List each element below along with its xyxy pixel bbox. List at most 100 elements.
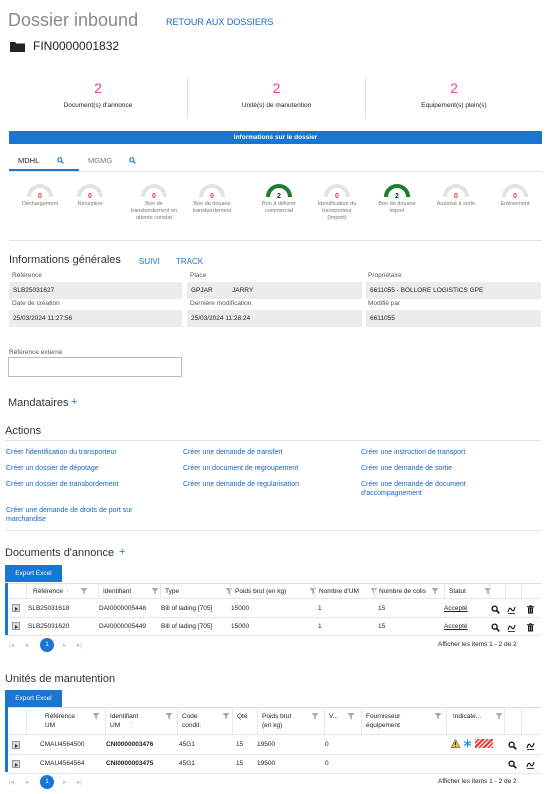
- track-link[interactable]: TRACK: [176, 257, 203, 266]
- pager-first[interactable]: |◂: [9, 641, 14, 649]
- pager-next[interactable]: ▸: [63, 641, 66, 649]
- pager-next[interactable]: ▸: [63, 778, 66, 786]
- filter-icon[interactable]: [92, 712, 101, 721]
- table-cell: SLB25031620: [28, 623, 70, 630]
- table-cell: Bill of lading [705]: [161, 605, 213, 612]
- divider: [314, 584, 315, 598]
- expand-row-button[interactable]: [12, 741, 20, 749]
- filter-icon[interactable]: [165, 712, 174, 721]
- action-create-transfer-request[interactable]: Créer une demande de transfert: [183, 448, 283, 457]
- gauge-label-line: Identification du: [317, 201, 357, 207]
- stat-label: Unité(s) de manutention: [241, 102, 312, 109]
- column-header-fournisseur[interactable]: équipement: [366, 722, 400, 729]
- filter-icon[interactable]: [347, 712, 356, 721]
- column-header-qte[interactable]: Qté: [237, 713, 247, 720]
- pager-last[interactable]: ▸|: [77, 641, 82, 649]
- search-icon[interactable]: [491, 605, 500, 614]
- column-header[interactable]: Nombre de colis: [379, 588, 426, 595]
- filter-icon[interactable]: [151, 587, 160, 596]
- export-excel-button[interactable]: Export Excel: [5, 565, 62, 582]
- search-icon[interactable]: [491, 623, 500, 632]
- action-create-grouping-document[interactable]: Créer un document de regroupement: [183, 464, 298, 473]
- tracking-icon[interactable]: [526, 760, 535, 769]
- reference-field: SLB25031627: [9, 282, 182, 299]
- add-document-button[interactable]: +: [119, 546, 125, 558]
- column-header[interactable]: Nombre d'UM: [319, 588, 359, 595]
- column-header-fournisseur[interactable]: Fournisseur: [366, 713, 400, 720]
- action-create-accompanying-document-request[interactable]: Créer une demande de document d'accompag…: [361, 480, 511, 498]
- column-header[interactable]: Poids brut (en kg): [235, 588, 286, 595]
- add-mandataire-button[interactable]: +: [71, 396, 77, 408]
- expand-row-button[interactable]: [12, 604, 20, 612]
- delete-icon[interactable]: [526, 623, 535, 632]
- action-create-exit-request[interactable]: Créer une demande de sortie: [361, 464, 452, 473]
- filter-icon[interactable]: [222, 712, 231, 721]
- column-header-poids[interactable]: (en kg): [262, 722, 282, 729]
- divider: [8, 734, 541, 735]
- expand-row-button[interactable]: [12, 760, 20, 768]
- column-header-code[interactable]: condit.: [182, 722, 201, 729]
- column-header-id[interactable]: Identifiant: [110, 713, 138, 720]
- export-excel-button[interactable]: Export Excel: [5, 690, 62, 707]
- pager-last[interactable]: ▸|: [77, 778, 82, 786]
- documents-title: Documents d'annonce: [5, 547, 115, 559]
- pager-current-page[interactable]: 1: [40, 638, 54, 652]
- tab-mdhl[interactable]: MDHL: [18, 156, 39, 165]
- pager-prev[interactable]: ◂: [25, 778, 28, 786]
- column-header-indicators[interactable]: Indicate...: [453, 713, 481, 720]
- table-cell: CNI0000003476: [106, 741, 154, 748]
- delete-icon[interactable]: [526, 605, 535, 614]
- gauge-value: 2: [277, 193, 281, 200]
- back-to-dossiers-link[interactable]: RETOUR AUX DOSSIERS: [166, 17, 273, 27]
- column-header-code[interactable]: Code: [182, 713, 198, 720]
- status-link[interactable]: Accepté: [444, 623, 468, 630]
- table-cell: DAI0000005449: [99, 623, 146, 630]
- filter-icon[interactable]: [434, 712, 443, 721]
- filter-icon[interactable]: [431, 587, 440, 596]
- divider: [8, 598, 541, 599]
- external-ref-input[interactable]: [8, 357, 182, 377]
- sort-desc-icon[interactable]: ↑: [130, 721, 133, 727]
- column-header[interactable]: Statut: [449, 588, 466, 595]
- sort-asc-icon[interactable]: ↓: [66, 588, 69, 594]
- stat-units: 2 Unité(s) de manutention: [188, 76, 365, 118]
- suivi-link[interactable]: SUIVI: [139, 257, 160, 266]
- expand-row-button[interactable]: [12, 622, 20, 630]
- column-header-ref[interactable]: Référence: [45, 713, 75, 720]
- status-gauge: 2 Bon de douane import: [372, 180, 422, 215]
- action-create-regularisation-request[interactable]: Créer une demande de regularisation: [183, 480, 299, 489]
- search-icon[interactable]: [57, 157, 64, 164]
- action-create-stuffing-file[interactable]: Créer un dossier de dépotage: [6, 464, 99, 473]
- pager-current-page[interactable]: 1: [40, 775, 54, 789]
- tab-mgmg[interactable]: MGMG: [88, 156, 112, 165]
- action-create-transport-instruction[interactable]: Créer une instruction de transport: [361, 448, 465, 457]
- column-header[interactable]: Identifiant: [103, 588, 131, 595]
- column-header-v[interactable]: V...: [329, 713, 338, 720]
- search-icon[interactable]: [508, 760, 517, 769]
- status-link[interactable]: Accepté: [444, 605, 468, 612]
- tracking-icon[interactable]: [526, 741, 535, 750]
- table-cell: 15000: [231, 623, 250, 630]
- pager-first[interactable]: |◂: [9, 778, 14, 786]
- column-header-ref[interactable]: UM: [45, 722, 55, 729]
- pager-prev[interactable]: ◂: [25, 641, 28, 649]
- action-create-port-dues-request[interactable]: Créer une demande de droits de port sur …: [6, 506, 156, 524]
- column-header[interactable]: Type: [165, 588, 179, 595]
- external-ref-label: Référence externe: [9, 349, 63, 356]
- tab-label: MDHL: [18, 156, 40, 165]
- divider: [521, 708, 522, 734]
- filter-icon[interactable]: [80, 587, 89, 596]
- filter-icon[interactable]: [311, 712, 320, 721]
- divider: [9, 240, 542, 241]
- search-icon[interactable]: [508, 741, 517, 750]
- column-header-id[interactable]: UM: [110, 722, 120, 729]
- column-header[interactable]: Référence: [33, 588, 63, 595]
- search-icon[interactable]: [129, 157, 136, 164]
- tracking-icon[interactable]: [507, 623, 516, 632]
- place-label: Place: [190, 272, 207, 279]
- column-header-poids[interactable]: Poids brut: [262, 713, 291, 720]
- action-create-transshipment-file[interactable]: Créer un dossier de transbordement: [6, 480, 118, 489]
- action-create-carrier-id[interactable]: Créer l'identification du transporteur: [6, 448, 117, 457]
- filter-icon[interactable]: [495, 712, 504, 721]
- tracking-icon[interactable]: [507, 605, 516, 614]
